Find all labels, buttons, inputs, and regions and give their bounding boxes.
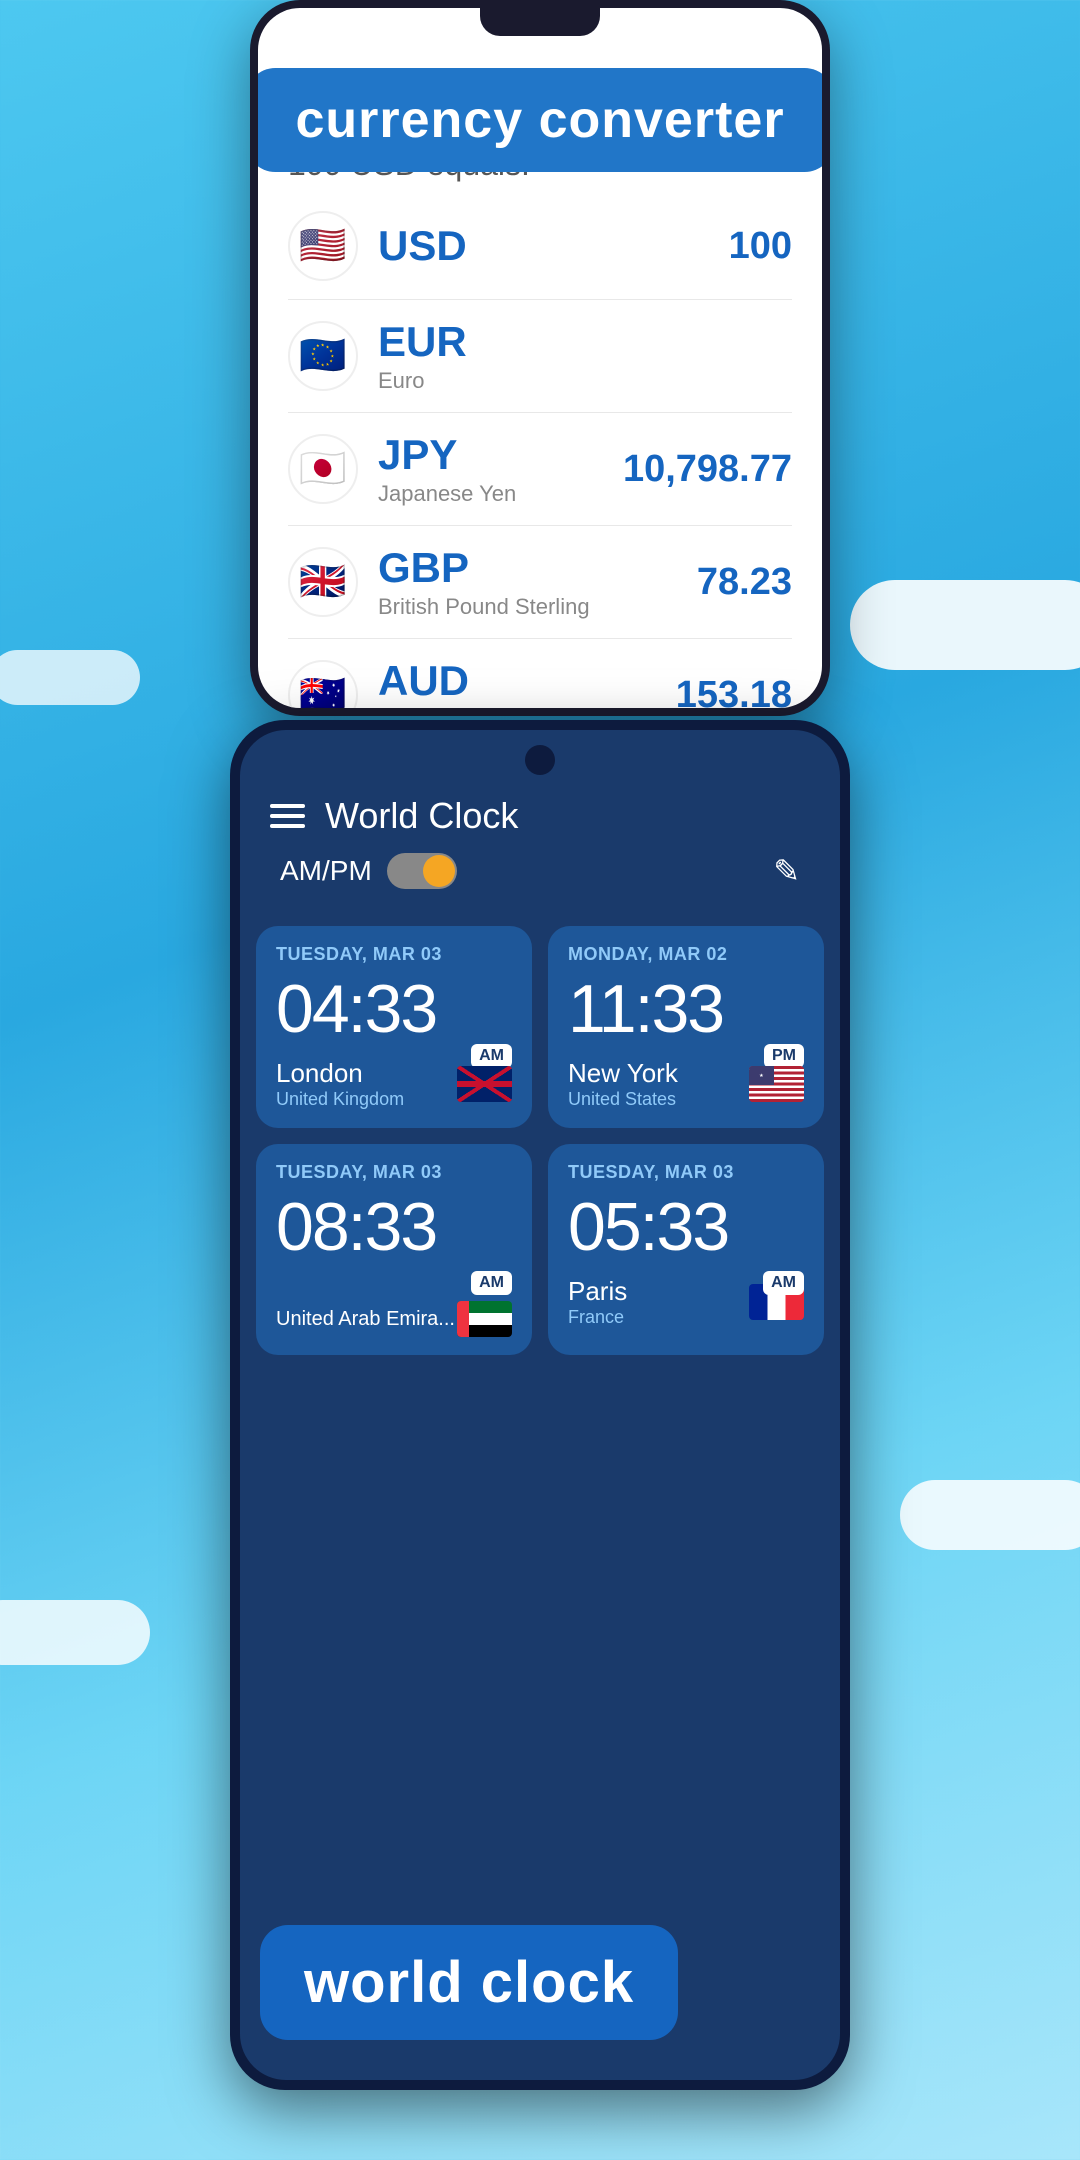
world-clock-header: World Clock AM/PM ✎ <box>240 775 840 910</box>
currency-badge-label: currency converter <box>295 91 784 149</box>
world-clock-phone: World Clock AM/PM ✎ TUESDAY, MAR 03 04:3… <box>230 720 850 2090</box>
clock-date-paris: TUESDAY, MAR 03 <box>568 1162 804 1183</box>
clock-ampm-newyork: PM <box>764 1044 804 1068</box>
currency-code-aud: AUD <box>378 657 676 705</box>
currency-value-usd: 100 <box>729 225 792 268</box>
clock-ampm-uae: AM <box>471 1271 512 1295</box>
clock-ampm-paris: AM <box>763 1271 804 1295</box>
clock-date-uae: TUESDAY, MAR 03 <box>276 1162 512 1183</box>
clock-country-newyork: United States <box>568 1089 678 1110</box>
currency-info-eur: EUR Euro <box>378 318 792 394</box>
clock-city-london: London <box>276 1058 404 1089</box>
clock-city-row-newyork: New York United States <box>568 1058 804 1110</box>
clock-country-london: United Kingdom <box>276 1089 404 1110</box>
currency-value-jpy: 10,798.77 <box>623 448 792 491</box>
flag-aud: 🇦🇺 <box>288 660 358 708</box>
currency-row-jpy[interactable]: 🇯🇵 JPY Japanese Yen 10,798.77 <box>288 413 792 526</box>
clock-city-uae: United Arab Emira... <box>276 1308 455 1331</box>
clock-city-paris: Paris <box>568 1276 627 1307</box>
currency-name-gbp: British Pound Sterling <box>378 594 697 620</box>
currency-row-gbp[interactable]: 🇬🇧 GBP British Pound Sterling 78.23 <box>288 526 792 639</box>
clock-time-newyork: 11:33 <box>568 975 804 1043</box>
ampm-toggle-thumb <box>423 855 455 887</box>
cloud-decoration <box>0 650 140 705</box>
flag-gbp: 🇬🇧 <box>288 547 358 617</box>
clock-date-london: TUESDAY, MAR 03 <box>276 944 512 965</box>
edit-button[interactable]: ✎ <box>773 852 800 890</box>
flag-us <box>749 1066 804 1102</box>
currency-value-gbp: 78.23 <box>697 561 792 604</box>
currency-row-aud[interactable]: 🇦🇺 AUD Australian Dollar 153.18 <box>288 639 792 708</box>
ampm-toggle-group: AM/PM <box>280 853 457 889</box>
clock-time-paris: 05:33 <box>568 1193 804 1261</box>
currency-row-eur[interactable]: 🇪🇺 EUR Euro <box>288 300 792 413</box>
ampm-toggle-track[interactable] <box>387 853 457 889</box>
clock-card-paris[interactable]: TUESDAY, MAR 03 05:33 AM Paris France <box>548 1144 824 1355</box>
clock-time-uae: 08:33 <box>276 1193 512 1261</box>
clock-city-newyork: New York <box>568 1058 678 1089</box>
currency-converter-badge: currency converter <box>258 68 822 172</box>
currency-value-aud: 153.18 <box>676 674 792 709</box>
clock-city-row-london: London United Kingdom <box>276 1058 512 1110</box>
flag-usd: 🇺🇸 <box>288 211 358 281</box>
clock-card-uae[interactable]: TUESDAY, MAR 03 08:33 AM United Arab Emi… <box>256 1144 532 1355</box>
currency-code-jpy: JPY <box>378 431 623 479</box>
clock-card-newyork[interactable]: MONDAY, MAR 02 11:33 PM New York United … <box>548 926 824 1128</box>
currency-info-aud: AUD Australian Dollar <box>378 657 676 708</box>
clock-time-london: 04:33 <box>276 975 512 1043</box>
currency-name-eur: Euro <box>378 368 792 394</box>
currency-phone: currency converter 100 USD equals: 🇺🇸 US… <box>250 0 830 716</box>
phone-notch-world <box>525 745 555 775</box>
currency-name-aud: Australian Dollar <box>378 707 676 708</box>
world-clock-badge: world clock <box>260 1925 678 2040</box>
clock-date-newyork: MONDAY, MAR 02 <box>568 944 804 965</box>
flag-uk <box>457 1066 512 1102</box>
clock-card-london[interactable]: TUESDAY, MAR 03 04:33 AM London United K… <box>256 926 532 1128</box>
currency-code-eur: EUR <box>378 318 792 366</box>
currency-info-gbp: GBP British Pound Sterling <box>378 544 697 620</box>
flag-jpy: 🇯🇵 <box>288 434 358 504</box>
currency-name-jpy: Japanese Yen <box>378 481 623 507</box>
clock-city-row-uae: United Arab Emira... <box>276 1301 512 1337</box>
clock-country-paris: France <box>568 1307 627 1328</box>
world-clock-title: World Clock <box>325 795 518 837</box>
currency-row-usd[interactable]: 🇺🇸 USD 100 <box>288 193 792 300</box>
cloud-decoration <box>0 1600 150 1665</box>
world-clock-badge-label: world clock <box>304 1950 634 2015</box>
currency-info-jpy: JPY Japanese Yen <box>378 431 623 507</box>
world-clock-subheader: AM/PM ✎ <box>270 837 810 895</box>
cloud-decoration <box>900 1480 1080 1550</box>
currency-code-usd: USD <box>378 222 729 270</box>
clocks-grid: TUESDAY, MAR 03 04:33 AM London United K… <box>240 910 840 1371</box>
ampm-label: AM/PM <box>280 855 372 887</box>
phone-notch <box>480 8 600 36</box>
flag-eur: 🇪🇺 <box>288 321 358 391</box>
flag-uae <box>457 1301 512 1337</box>
cloud-decoration <box>850 580 1080 670</box>
currency-info-usd: USD <box>378 222 729 270</box>
clock-ampm-london: AM <box>471 1044 512 1068</box>
hamburger-menu[interactable] <box>270 804 305 828</box>
currency-code-gbp: GBP <box>378 544 697 592</box>
